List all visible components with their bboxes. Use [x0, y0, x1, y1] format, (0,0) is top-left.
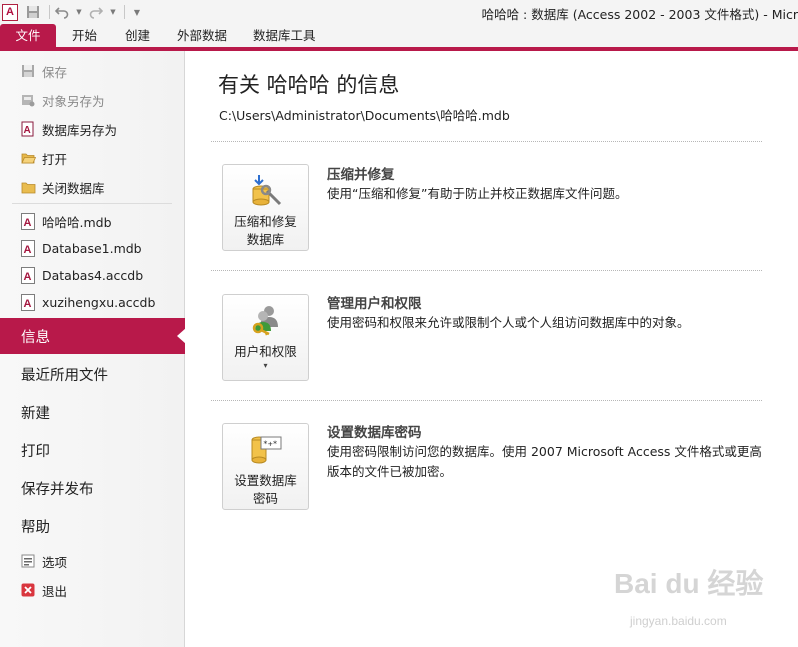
database-password-icon: *+*	[249, 432, 283, 466]
section-divider	[211, 400, 762, 401]
exit-label: 退出	[42, 583, 68, 599]
recent-file-item[interactable]: A Database1.mdb	[0, 235, 185, 261]
compact-repair-title: 压缩并修复	[327, 167, 395, 183]
recent-file-label: Database1.mdb	[42, 240, 142, 256]
set-database-password-title: 设置数据库密码	[327, 425, 422, 441]
redo-dropdown-icon[interactable]: ▼	[109, 3, 117, 21]
nav-recent[interactable]: 最近所用文件	[0, 356, 185, 392]
open-folder-icon	[20, 150, 36, 166]
save-command-label: 保存	[42, 64, 68, 80]
close-database-icon	[20, 179, 36, 195]
exit-icon	[20, 582, 36, 598]
baidu-watermark: Bai du 经验 jingyan.baidu.com	[612, 562, 792, 642]
nav-separator	[12, 203, 172, 204]
nav-help[interactable]: 帮助	[0, 508, 185, 544]
save-icon[interactable]	[24, 3, 42, 21]
save-command[interactable]: 保存	[0, 58, 185, 84]
redo-icon[interactable]	[87, 3, 105, 21]
recent-file-item[interactable]: A xuzihengxu.accdb	[0, 289, 185, 315]
set-database-password-button[interactable]: *+* 设置数据库 密码	[222, 423, 309, 510]
watermark-brand: Bai du 经验	[614, 568, 764, 599]
recent-file-item[interactable]: A 哈哈哈.mdb	[0, 208, 185, 234]
users-permissions-icon	[249, 303, 283, 337]
watermark-url: jingyan.baidu.com	[630, 614, 727, 628]
access-file-icon: A	[21, 293, 35, 311]
quick-access-toolbar: A ▼ ▼ ▼	[2, 2, 150, 22]
open-command[interactable]: 打开	[0, 145, 185, 171]
options-icon	[20, 553, 36, 569]
access-app-icon[interactable]: A	[2, 3, 18, 21]
window-title: 哈哈哈 : 数据库 (Access 2002 - 2003 文件格式) - Mi…	[481, 7, 798, 22]
exit-command[interactable]: 退出	[0, 577, 185, 603]
access-file-icon: A	[21, 266, 35, 284]
undo-icon[interactable]	[53, 3, 71, 21]
save-object-as-label: 对象另存为	[42, 93, 105, 109]
users-permissions-button[interactable]: 用户和权限 ▾	[222, 294, 309, 381]
save-database-as-command[interactable]: A 数据库另存为	[0, 116, 185, 142]
recent-file-label: xuzihengxu.accdb	[42, 294, 156, 310]
options-command[interactable]: 选项	[0, 548, 185, 574]
nav-new[interactable]: 新建	[0, 394, 185, 430]
qat-separator	[49, 5, 50, 19]
save-object-as-command[interactable]: 对象另存为	[0, 87, 185, 113]
set-database-password-button-label: 设置数据库 密码	[234, 473, 297, 506]
options-label: 选项	[42, 554, 68, 570]
chevron-down-icon: ▾	[263, 361, 268, 370]
svg-text:*+*: *+*	[263, 440, 278, 449]
access-file-icon: A	[21, 212, 35, 230]
access-file-icon: A	[21, 239, 35, 257]
close-database-command[interactable]: 关闭数据库	[0, 174, 185, 200]
section-divider	[211, 270, 762, 271]
compact-repair-icon	[249, 173, 283, 207]
recent-file-label: 哈哈哈.mdb	[42, 214, 112, 230]
recent-file-label: Databas4.accdb	[42, 267, 144, 283]
svg-text:A: A	[24, 244, 32, 256]
section-divider	[211, 141, 762, 142]
info-pane: 有关 哈哈哈 的信息 C:\Users\Administrator\Docume…	[186, 51, 798, 647]
page-title: 有关 哈哈哈 的信息	[218, 73, 400, 97]
close-database-label: 关闭数据库	[42, 180, 105, 196]
users-permissions-button-label: 用户和权限	[234, 344, 297, 359]
users-permissions-title: 管理用户和权限	[327, 296, 422, 312]
compact-repair-button[interactable]: 压缩和修复 数据库	[222, 164, 309, 251]
nav-info[interactable]: 信息	[0, 318, 186, 354]
save-icon	[20, 63, 36, 79]
save-database-as-icon: A	[20, 121, 36, 137]
compact-repair-button-label: 压缩和修复 数据库	[234, 214, 297, 247]
recent-file-item[interactable]: A Databas4.accdb	[0, 262, 185, 288]
svg-text:A: A	[24, 271, 32, 283]
nav-save-and-publish[interactable]: 保存并发布	[0, 470, 185, 506]
svg-text:A: A	[24, 125, 31, 136]
save-object-as-icon	[20, 92, 36, 108]
users-permissions-description: 使用密码和权限来允许或限制个人或个人组访问数据库中的对象。	[327, 315, 690, 330]
svg-text:A: A	[24, 298, 32, 310]
database-path[interactable]: C:\Users\Administrator\Documents\哈哈哈.mdb	[219, 105, 510, 124]
svg-text:A: A	[24, 217, 32, 229]
qat-separator	[124, 5, 125, 19]
backstage-nav: 保存 对象另存为 A 数据库另存为 打开 关闭数据库 A 哈哈哈.mdb A D…	[0, 51, 186, 647]
compact-repair-description: 使用“压缩和修复”有助于防止并校正数据库文件问题。	[327, 186, 628, 201]
undo-dropdown-icon[interactable]: ▼	[75, 3, 83, 21]
open-label: 打开	[42, 151, 68, 167]
customize-qat-icon[interactable]: ▼	[128, 3, 146, 21]
nav-print[interactable]: 打印	[0, 432, 185, 468]
title-bar: A ▼ ▼ ▼ 哈哈哈 : 数据库 (Access 2002 - 2003 文件…	[0, 0, 798, 24]
save-database-as-label: 数据库另存为	[42, 122, 118, 138]
set-database-password-description: 使用密码限制访问您的数据库。使用 2007 Microsoft Access 文…	[327, 444, 762, 479]
